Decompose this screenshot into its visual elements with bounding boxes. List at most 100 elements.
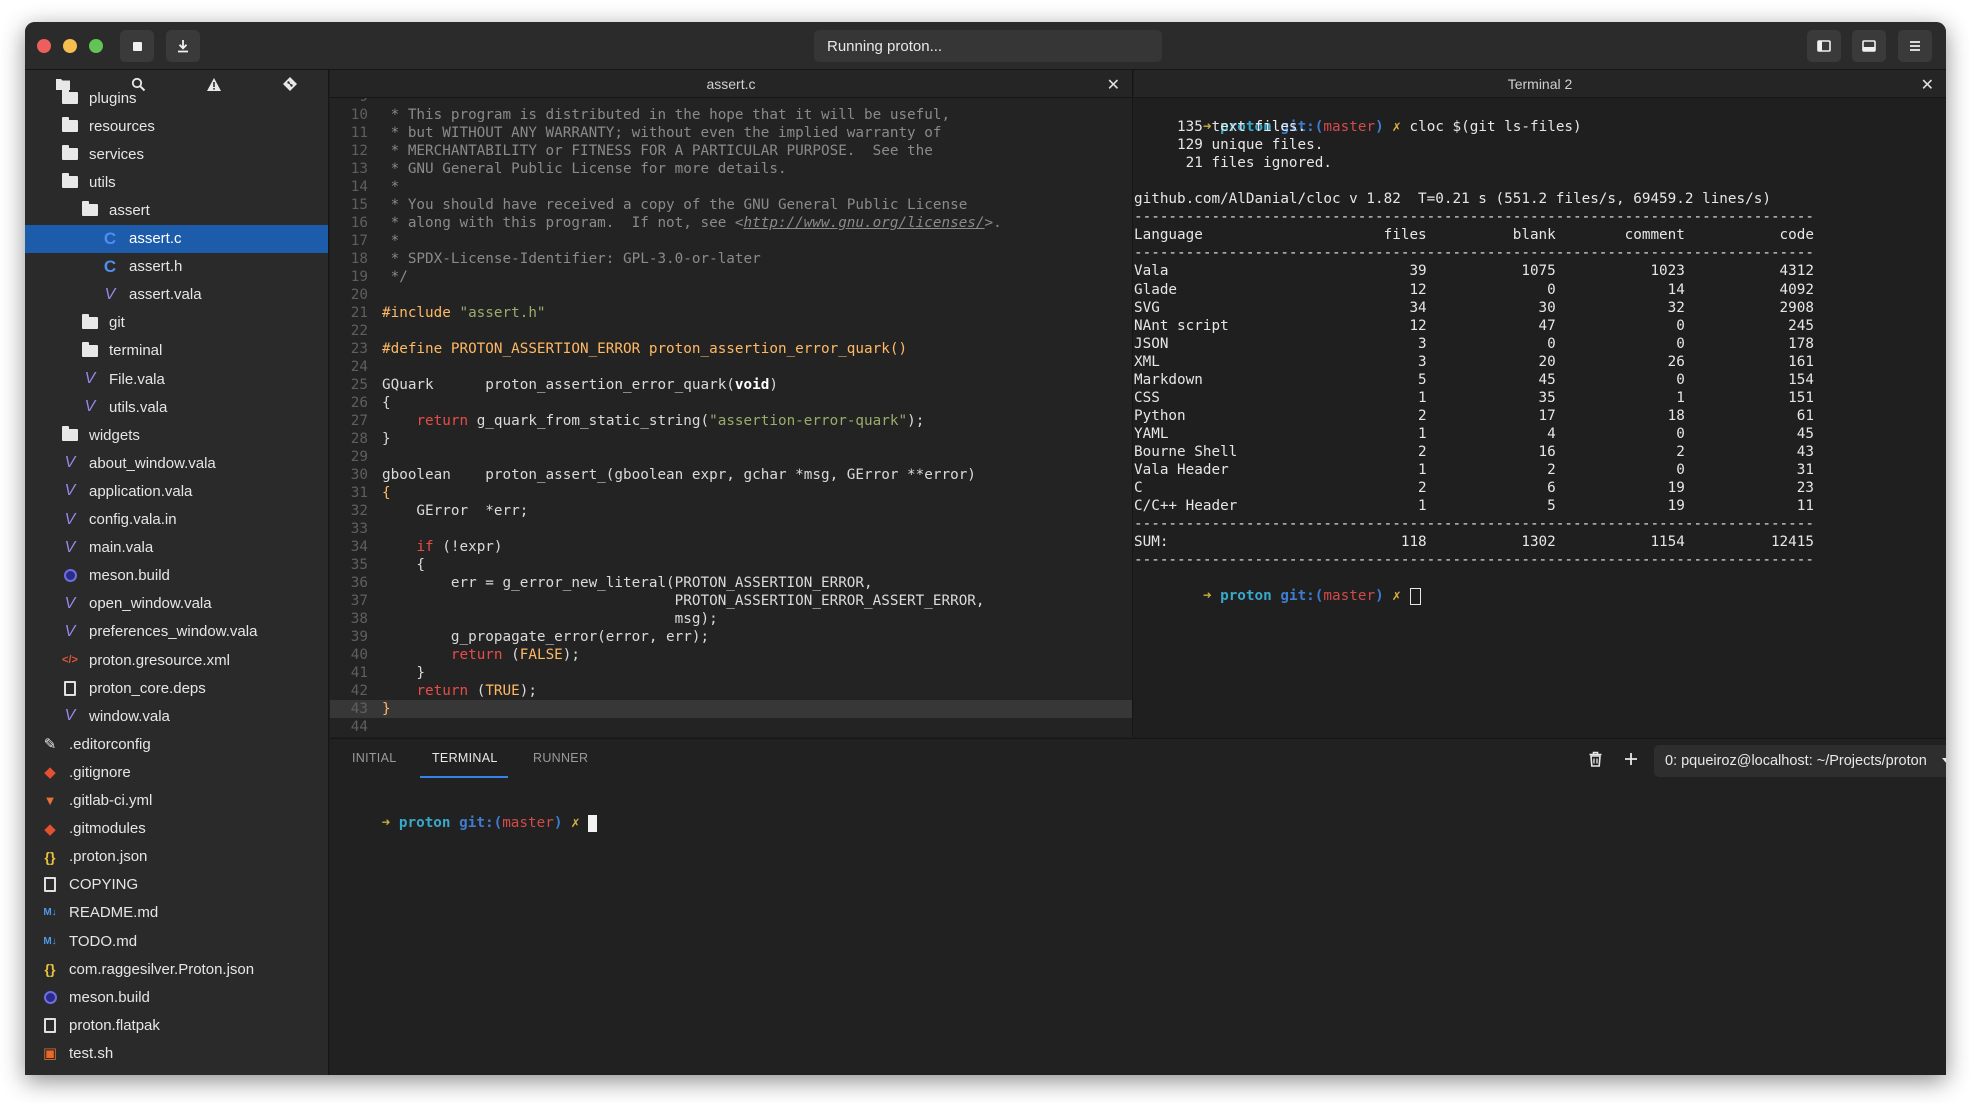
file-tree-item[interactable]: {} .proton.json bbox=[25, 843, 328, 871]
file-tree-item[interactable]: Cassert.c bbox=[25, 224, 328, 253]
file-tree-item-label: .proton.json bbox=[69, 848, 148, 866]
code-token: * GNU General Public License for more de… bbox=[382, 161, 787, 177]
line-number: 20 bbox=[350, 287, 368, 303]
file-tree-item[interactable]: utils bbox=[25, 168, 328, 196]
file-tree-item-label: about_window.vala bbox=[89, 454, 216, 472]
vala-file-icon: V bbox=[84, 370, 96, 387]
hamburger-menu-icon bbox=[1910, 41, 1920, 51]
file-tree-item[interactable]: {} com.raggesilver.Proton.json bbox=[25, 955, 328, 983]
code-token: * This program is distributed in the hop… bbox=[382, 107, 951, 123]
file-tree-item[interactable]: ◆ .gitignore bbox=[25, 758, 328, 786]
code-token: * bbox=[382, 233, 400, 249]
code-view[interactable]: 9 *10 * This program is distributed in t… bbox=[330, 98, 1132, 737]
gitlab-icon: ▼ bbox=[43, 793, 57, 808]
file-tree-item[interactable]: Vopen_window.vala bbox=[25, 590, 328, 618]
file-tree-item[interactable]: V File.vala bbox=[25, 365, 328, 393]
terminal-output-line: github.com/AlDanial/cloc v 1.82 T=0.21 s… bbox=[1134, 191, 1771, 208]
terminal-output-line: 129 unique files. bbox=[1134, 137, 1324, 154]
file-tree-item-label: utils.vala bbox=[109, 398, 168, 416]
minimize-window-button[interactable] bbox=[63, 39, 77, 53]
terminal-2-tab[interactable]: Terminal 2 ✕ bbox=[1134, 70, 1946, 98]
line-number: 39 bbox=[350, 629, 368, 645]
file-tree-item[interactable]: Vapplication.vala bbox=[25, 477, 328, 505]
code-token: >. bbox=[984, 215, 1002, 231]
code-text: * You should have received a copy of the… bbox=[382, 196, 968, 214]
file-tree-item[interactable]: plugins bbox=[25, 84, 328, 112]
file-tree-item[interactable]: meson.build bbox=[25, 983, 328, 1011]
terminal-command-line: ➜ proton git:(master) ✗ cloc $(git ls-fi… bbox=[1134, 100, 1946, 135]
code-text: * but WITHOUT ANY WARRANTY; without even… bbox=[382, 124, 942, 142]
file-tree-item[interactable]: COPYING bbox=[25, 871, 328, 899]
file-tree-item[interactable]: ▣ test.sh bbox=[25, 1039, 328, 1067]
download-button[interactable] bbox=[166, 30, 200, 62]
clear-terminal-button[interactable] bbox=[1585, 749, 1605, 769]
file-tree-item[interactable]: Vabout_window.vala bbox=[25, 449, 328, 477]
file-tree-item-label: .gitmodules bbox=[69, 820, 146, 838]
code-token: } bbox=[382, 665, 426, 681]
tab-initial[interactable]: INITIAL bbox=[352, 751, 396, 765]
toggle-sidebar-button[interactable] bbox=[1807, 30, 1841, 62]
file-tree-item[interactable]: Vmain.vala bbox=[25, 534, 328, 562]
new-terminal-button[interactable] bbox=[1621, 749, 1641, 769]
code-token: return bbox=[416, 413, 469, 429]
line-number: 18 bbox=[350, 251, 368, 267]
file-tree-item[interactable]: Vutils.vala bbox=[25, 393, 328, 421]
terminal-output-line: Language files blank comment code bbox=[1134, 227, 1814, 244]
folder-icon bbox=[80, 313, 100, 333]
line-number: 9 bbox=[330, 98, 368, 106]
file-tree-item[interactable]: git bbox=[25, 309, 328, 337]
file-tree-item[interactable]: services bbox=[25, 140, 328, 168]
file-tree-item[interactable]: </> proton.gresource.xml bbox=[25, 646, 328, 674]
file-tree-item[interactable]: resources bbox=[25, 112, 328, 140]
code-line: 32 GError *err; bbox=[330, 502, 1132, 520]
file-tree-item[interactable]: proton_core.deps bbox=[25, 674, 328, 702]
editor-tab[interactable]: assert.c ✕ bbox=[330, 70, 1132, 98]
code-line: 19 */ bbox=[330, 268, 1132, 286]
file-tree-item[interactable]: terminal bbox=[25, 337, 328, 365]
tab-runner[interactable]: RUNNER bbox=[533, 751, 588, 765]
code-token: (!expr) bbox=[433, 539, 503, 555]
file-tree-item[interactable]: Vassert.vala bbox=[25, 281, 328, 309]
code-line: 34 if (!expr) bbox=[330, 538, 1132, 556]
dropdown-arrow-icon bbox=[1942, 758, 1946, 763]
file-tree-item[interactable]: Vpreferences_window.vala bbox=[25, 618, 328, 646]
tab-terminal[interactable]: TERMINAL bbox=[432, 751, 498, 765]
close-window-button[interactable] bbox=[37, 39, 51, 53]
code-text: * along with this program. If not, see <… bbox=[382, 214, 1002, 232]
close-tab-icon[interactable]: ✕ bbox=[1107, 75, 1120, 95]
terminal-2-pane: Terminal 2 ✕ ➜ proton git:(master) ✗ clo… bbox=[1134, 70, 1946, 737]
file-tree-item[interactable]: M↓ TODO.md bbox=[25, 927, 328, 955]
file-tree-item[interactable]: assert bbox=[25, 196, 328, 224]
file-tree-item[interactable]: widgets bbox=[25, 421, 328, 449]
vala-file-icon: V bbox=[64, 510, 76, 528]
header-bar: Running proton... bbox=[25, 22, 1946, 70]
file-tree-item[interactable]: proton.flatpak bbox=[25, 1011, 328, 1039]
file-tree-item[interactable]: ◆ .gitmodules bbox=[25, 815, 328, 843]
file-tree-item[interactable]: Vwindow.vala bbox=[25, 702, 328, 730]
code-text: return g_quark_from_static_string("asser… bbox=[382, 412, 924, 430]
code-text: */ bbox=[382, 268, 408, 286]
terminal-output-line: ----------------------------------------… bbox=[1134, 209, 1814, 226]
stop-button[interactable] bbox=[120, 30, 154, 62]
file-tree-item[interactable]: Vconfig.vala.in bbox=[25, 506, 328, 534]
code-text: * MERCHANTABILITY or FITNESS FOR A PARTI… bbox=[382, 142, 933, 160]
file-tree-item[interactable]: M↓ README.md bbox=[25, 899, 328, 927]
maximize-window-button[interactable] bbox=[89, 39, 103, 53]
terminal-2-output[interactable]: ➜ proton git:(master) ✗ cloc $(git ls-fi… bbox=[1134, 98, 1946, 737]
file-tree-item-label: assert.vala bbox=[129, 286, 202, 304]
main-menu-button[interactable] bbox=[1898, 30, 1932, 62]
file-tree-item[interactable]: ▼ .gitlab-ci.yml bbox=[25, 787, 328, 815]
file-tree-item[interactable]: ✎ .editorconfig bbox=[25, 730, 328, 758]
code-line: 22 bbox=[330, 322, 1132, 340]
code-token: PROTON_ASSERTION_ERROR_ASSERT_ERROR, bbox=[382, 593, 985, 609]
line-number: 23 bbox=[350, 341, 368, 357]
close-terminal-icon[interactable]: ✕ bbox=[1921, 75, 1934, 95]
code-text: GQuark proton_assertion_error_quark(void… bbox=[382, 376, 778, 394]
bottom-terminal-prompt[interactable]: ➜ proton git:(master) ✗ bbox=[330, 793, 1946, 832]
toggle-bottom-panel-button[interactable] bbox=[1852, 30, 1886, 62]
file-tree-item[interactable]: meson.build bbox=[25, 562, 328, 590]
file-tree-item[interactable]: Cassert.h bbox=[25, 253, 328, 281]
file-tree-item-label: proton.gresource.xml bbox=[89, 651, 230, 669]
code-token[interactable]: http://www.gnu.org/licenses/ bbox=[744, 215, 985, 231]
terminal-selector-dropdown[interactable]: 0: pqueiroz@localhost: ~/Projects/proton bbox=[1654, 745, 1946, 777]
